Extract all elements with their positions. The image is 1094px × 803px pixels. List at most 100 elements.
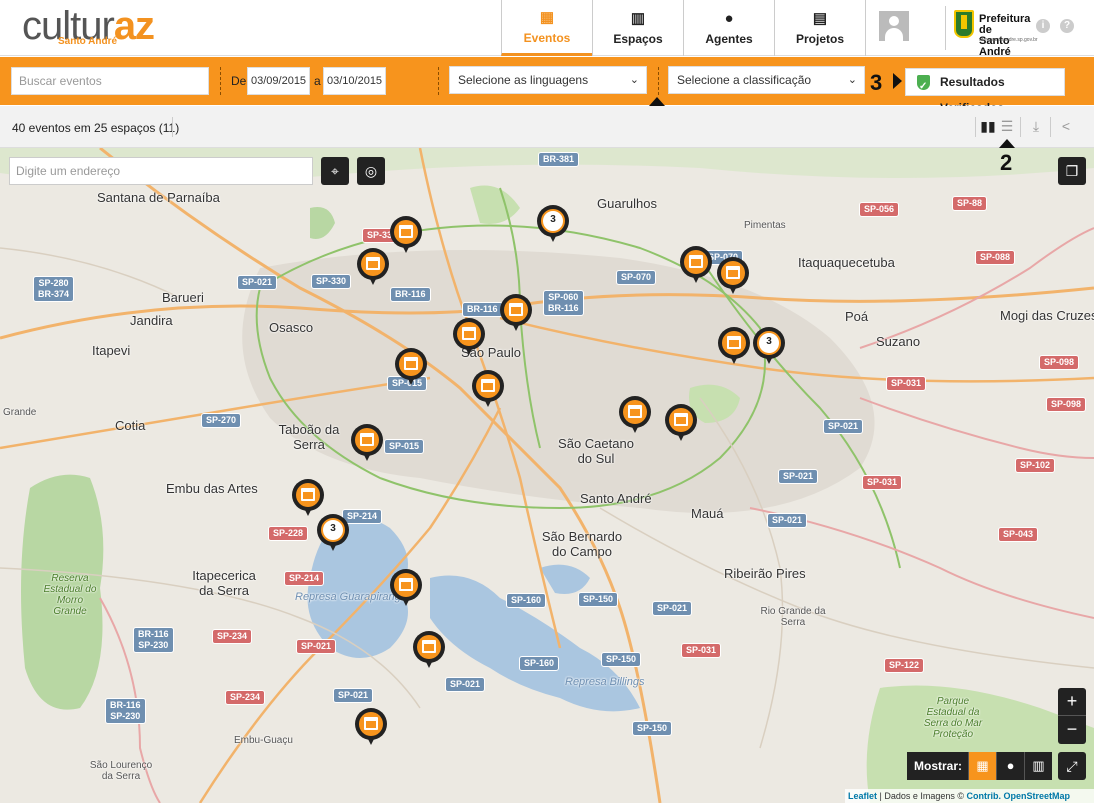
calendar-icon	[509, 303, 523, 316]
event-marker[interactable]	[718, 327, 750, 367]
zoom-in-button[interactable]: +	[1058, 688, 1086, 716]
road-shield: SP-021	[823, 419, 864, 434]
list-view-icon[interactable]: ☰	[999, 118, 1015, 134]
event-cluster-marker[interactable]: 3	[537, 205, 569, 245]
address-search-input[interactable]: Digite um endereço	[9, 157, 313, 185]
show-spaces-toggle[interactable]: ▥	[1024, 752, 1052, 780]
calendar-icon	[727, 336, 741, 349]
help-icon[interactable]: ?	[1060, 19, 1074, 33]
layers-toggle-icon[interactable]: ❐	[1058, 157, 1086, 185]
share-icon[interactable]: <	[1058, 118, 1074, 134]
event-marker[interactable]	[413, 631, 445, 671]
road-shield: BR-116 SP-230	[105, 698, 146, 724]
event-marker[interactable]	[390, 569, 422, 609]
osm-link[interactable]: Contrib. OpenStreetMap	[967, 791, 1071, 801]
culturaz-logo[interactable]: culturaz Santo André	[22, 4, 155, 50]
road-shield: SP-228	[268, 526, 309, 541]
city-label: Embu das Artes	[166, 481, 258, 496]
event-cluster-marker[interactable]: 3	[753, 327, 785, 367]
prefeitura-line1: Prefeitura de	[979, 13, 1031, 36]
shield-check-icon	[917, 74, 930, 100]
city-label: São Caetano do Sul	[558, 436, 634, 466]
nav-espacos[interactable]: ▥ Espaços	[592, 0, 683, 56]
locate-me-icon[interactable]: ⌖	[321, 157, 349, 185]
show-agents-toggle[interactable]: ●	[996, 752, 1024, 780]
road-shield: BR-116	[462, 302, 503, 317]
nav-agentes-label: Agentes	[705, 32, 753, 46]
avatar-head	[889, 16, 899, 26]
city-label: Taboão da Serra	[278, 422, 340, 452]
city-label: Itapecerica da Serra	[192, 568, 256, 598]
city-label: Pimentas	[744, 220, 786, 231]
verified-results-button[interactable]: Resultados Verificados	[905, 68, 1065, 115]
download-icon[interactable]: ⤓	[1028, 118, 1044, 134]
fullscreen-icon[interactable]: ⤢	[1058, 752, 1086, 780]
event-marker[interactable]	[292, 479, 324, 519]
road-shield: SP-031	[886, 376, 927, 391]
event-marker[interactable]	[619, 396, 651, 436]
prefeitura-logo[interactable]: Prefeitura de Santo André www.santoandre…	[945, 6, 1038, 58]
road-shield: BR-116	[390, 287, 431, 302]
show-events-toggle[interactable]: ▦	[968, 752, 997, 780]
person-icon: ●	[1006, 758, 1015, 773]
calendar-icon	[481, 379, 495, 392]
search-events-input[interactable]: Buscar eventos	[11, 67, 209, 95]
calendar-icon	[462, 327, 476, 340]
annotation-arrow-up	[649, 97, 665, 106]
event-marker[interactable]	[472, 370, 504, 410]
event-marker[interactable]	[390, 216, 422, 256]
event-marker[interactable]	[665, 404, 697, 444]
city-label: Santo André	[580, 491, 652, 506]
linguagens-select[interactable]: Selecione as linguagens ⌄	[449, 66, 647, 94]
road-shield-line: BR-116	[548, 303, 579, 313]
calendar-icon	[360, 433, 374, 446]
road-shield: SP-021	[652, 601, 693, 616]
road-shield: SP-160	[506, 593, 547, 608]
calendar-icon	[689, 255, 703, 268]
event-marker[interactable]	[351, 424, 383, 464]
event-marker[interactable]	[357, 248, 389, 288]
road-shield: SP-021	[778, 469, 819, 484]
event-marker[interactable]	[395, 348, 427, 388]
road-shield: SP-043	[998, 527, 1039, 542]
water-label: Represa Guarapiranga	[295, 591, 407, 603]
nav-projetos-label: Projetos	[795, 32, 844, 46]
chevron-down-icon: ⌄	[629, 74, 639, 86]
event-marker[interactable]	[717, 257, 749, 297]
map-view-icon[interactable]: ▮▮	[980, 118, 996, 134]
app-root: culturaz Santo André ▦ Eventos ▥ Espaços…	[0, 0, 1094, 803]
city-label: Guarulhos	[597, 196, 657, 211]
event-marker[interactable]	[453, 318, 485, 358]
road-shield: SP-280 BR-374	[33, 276, 75, 302]
classificacao-select[interactable]: Selecione a classificação ⌄	[668, 66, 865, 94]
city-label: Rio Grande da Serra	[760, 606, 826, 628]
calendar-icon	[366, 257, 380, 270]
show-label: Mostrar:	[914, 759, 963, 773]
info-icon[interactable]: i	[1036, 19, 1050, 33]
nav-agentes[interactable]: ● Agentes	[683, 0, 774, 56]
results-divider	[1020, 117, 1021, 137]
road-shield-line: SP-230	[110, 711, 141, 721]
road-shield: SP-234	[212, 629, 253, 644]
avatar[interactable]	[879, 11, 909, 41]
map-canvas[interactable]: Santana de Parnaíba Guarulhos Itaquaquec…	[0, 148, 1094, 803]
date-from-input[interactable]: 03/09/2015	[247, 67, 310, 95]
road-shield: SP-214	[284, 571, 325, 586]
annotation-2: 2	[1000, 150, 1013, 175]
event-marker[interactable]	[680, 246, 712, 286]
nav-eventos[interactable]: ▦ Eventos	[501, 0, 592, 56]
results-divider	[1050, 117, 1051, 137]
road-shield-line: BR-374	[38, 289, 70, 299]
event-marker[interactable]	[500, 294, 532, 334]
chevron-down-icon: ⌄	[847, 74, 857, 86]
nav-projetos[interactable]: ▤ Projetos	[774, 0, 865, 56]
road-shield: SP-070	[616, 270, 657, 285]
leaflet-link[interactable]: Leaflet	[848, 791, 877, 801]
radius-circle-icon[interactable]: ◎	[357, 157, 385, 185]
event-marker[interactable]	[355, 708, 387, 748]
city-label: São Bernardo do Campo	[541, 529, 623, 559]
event-cluster-marker[interactable]: 3	[317, 514, 349, 554]
zoom-out-button[interactable]: −	[1058, 716, 1086, 744]
road-shield: SP-122	[884, 658, 925, 673]
date-to-input[interactable]: 03/10/2015	[323, 67, 386, 95]
